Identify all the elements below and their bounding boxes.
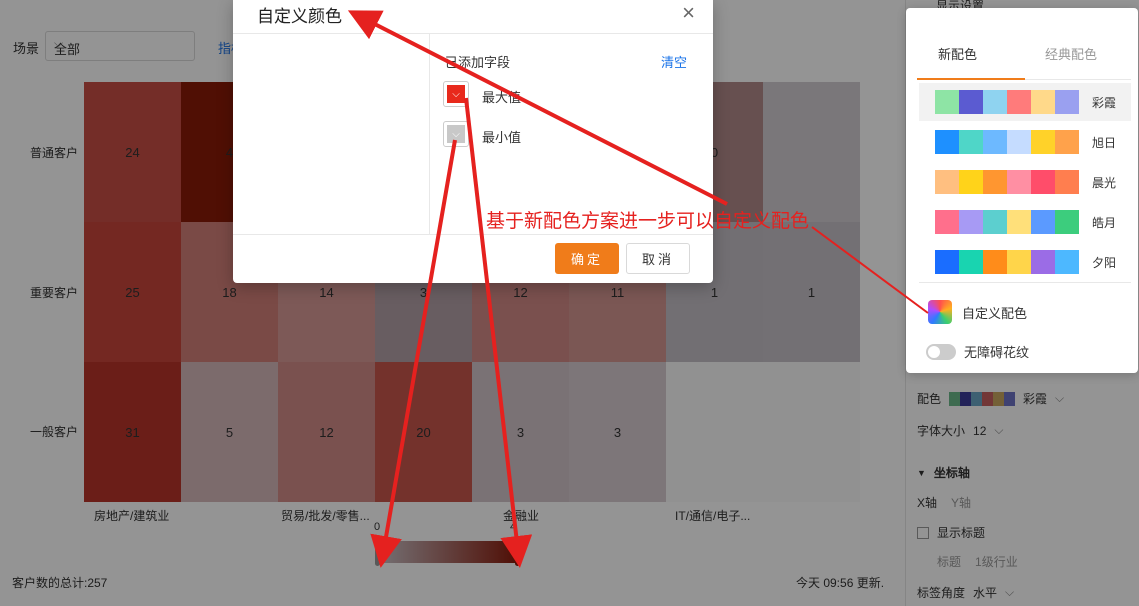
- arrow-to-dialog-title: [347, 10, 728, 206]
- arrow-to-legend-min: [370, 139, 457, 568]
- annotation-text: 基于新配色方案进一步可以自定义配色: [486, 211, 810, 232]
- annotation-arrows: [347, 10, 929, 568]
- arrow-from-custom-option: [811, 226, 929, 314]
- arrow-to-legend-max: [464, 97, 533, 568]
